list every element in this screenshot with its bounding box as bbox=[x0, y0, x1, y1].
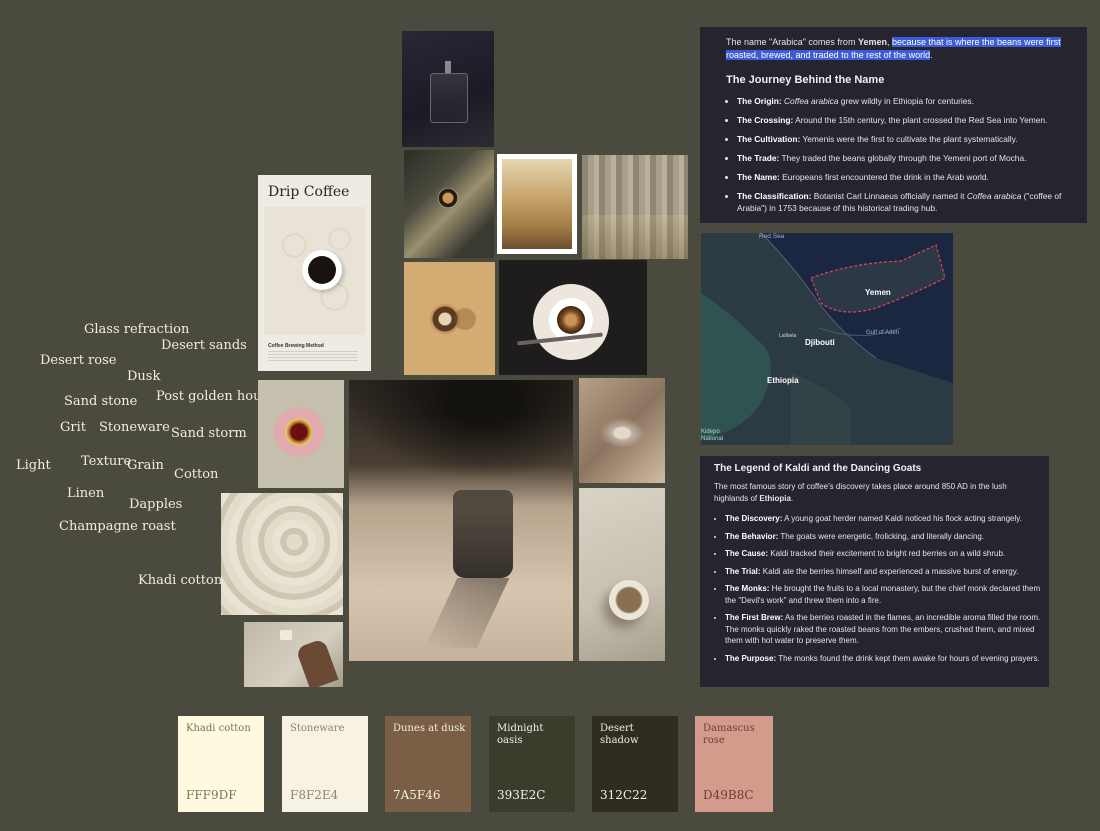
glass-macro-photo bbox=[579, 378, 665, 483]
color-swatch[interactable]: Dunes at dusk 7A5F46 bbox=[385, 716, 471, 812]
journey-item: The Cultivation: Yemenis were the first … bbox=[737, 133, 1082, 145]
swatch-hex: FFF9DF bbox=[186, 788, 237, 802]
map-label-kidepo: Kidepo National bbox=[701, 429, 724, 442]
map-label-gulf: Gulf of Aden bbox=[866, 330, 900, 336]
mood-word: Sand stone bbox=[64, 394, 138, 409]
mood-word: Grain bbox=[127, 458, 164, 473]
mood-word: Glass refraction bbox=[84, 322, 190, 337]
pink-saucer-photo bbox=[258, 380, 344, 488]
glass-shadow-photo bbox=[349, 380, 573, 661]
mood-word: Linen bbox=[67, 486, 105, 501]
journey-item: The Crossing: Around the 15th century, t… bbox=[737, 114, 1082, 126]
swatch-name: Damascus rose bbox=[703, 723, 755, 746]
swatch-hex: 7A5F46 bbox=[393, 788, 441, 802]
arabica-name-panel: The name "Arabica" comes from Yemen, bec… bbox=[700, 27, 1087, 223]
glass-tumbler bbox=[453, 490, 513, 578]
red-sea-map[interactable]: Red Sea Yemen Gulf of Aden Djibouti Lali… bbox=[701, 233, 953, 445]
swatch-name: Stoneware bbox=[290, 723, 345, 734]
swatch-hex: 393E2C bbox=[497, 788, 546, 802]
swatch-name: Dunes at dusk bbox=[393, 723, 466, 734]
kaldi-item: The Cause: Kaldi tracked their excitemen… bbox=[725, 548, 1050, 560]
kaldi-list: The Discovery: A young goat herder named… bbox=[714, 513, 1050, 670]
poster-title: Drip Coffee bbox=[268, 184, 350, 200]
journey-list: The Origin: Coffea arabica grew wildly i… bbox=[726, 95, 1082, 221]
kaldi-item: The First Brew: As the berries roasted i… bbox=[725, 612, 1050, 647]
mood-word: Sand storm bbox=[171, 426, 247, 441]
mood-word: Light bbox=[16, 458, 51, 473]
map-label-lalibela: Lalibela bbox=[779, 333, 797, 339]
mood-word: Stoneware bbox=[99, 420, 170, 435]
journey-heading: The Journey Behind the Name bbox=[726, 74, 885, 86]
mood-word: Post golden hour bbox=[156, 389, 268, 404]
espresso-saucer-photo bbox=[499, 260, 647, 375]
map-label-djibouti: Djibouti bbox=[805, 338, 835, 347]
mood-word: Cotton bbox=[174, 467, 219, 482]
color-swatch[interactable]: Damascus rose D49B8C bbox=[695, 716, 773, 812]
coffee-shadow-photo bbox=[404, 150, 494, 258]
color-swatch[interactable]: Khadi cotton FFF9DF bbox=[178, 716, 264, 812]
khadi-fabric-photo bbox=[221, 493, 343, 615]
journey-item: The Classification: Botanist Carl Linnae… bbox=[737, 190, 1082, 214]
journey-item: The Name: Europeans first encountered th… bbox=[737, 171, 1082, 183]
kaldi-item: The Purpose: The monks found the drink k… bbox=[725, 653, 1050, 665]
color-swatch[interactable]: Desert shadow 312C22 bbox=[592, 716, 678, 812]
kaldi-heading: The Legend of Kaldi and the Dancing Goat… bbox=[714, 463, 922, 474]
arabica-intro: The name "Arabica" comes from Yemen, bec… bbox=[726, 37, 1061, 60]
kaldi-item: The Behavior: The goats were energetic, … bbox=[725, 531, 1050, 543]
cup-on-sand-photo bbox=[579, 488, 665, 661]
mood-word: Khadi cotton bbox=[138, 573, 223, 588]
curtain-light-photo bbox=[582, 155, 688, 259]
swatch-hex: F8F2E4 bbox=[290, 788, 339, 802]
journey-item: The Trade: They traded the beans globall… bbox=[737, 152, 1082, 164]
kaldi-item: The Discovery: A young goat herder named… bbox=[725, 513, 1050, 525]
kaldi-intro: The most famous story of coffee's discov… bbox=[714, 482, 1007, 503]
swatch-name: Midnight oasis bbox=[497, 723, 544, 746]
mood-word: Desert sands bbox=[161, 338, 247, 353]
poster-caption: Coffee Brewing Method bbox=[268, 343, 324, 349]
swatch-name: Khadi cotton bbox=[186, 723, 251, 734]
glass-latte-photo bbox=[497, 154, 577, 254]
mood-word: Champagne roast bbox=[59, 519, 176, 534]
swatch-name: Desert shadow bbox=[600, 723, 639, 746]
color-swatch[interactable]: Midnight oasis 393E2C bbox=[489, 716, 575, 812]
hand-cup-photo bbox=[244, 622, 343, 687]
kaldi-item: The Trial: Kaldi ate the berries himself… bbox=[725, 566, 1050, 578]
kaldi-legend-panel: The Legend of Kaldi and the Dancing Goat… bbox=[700, 456, 1049, 687]
coffee-cup-top bbox=[302, 250, 342, 290]
mood-word: Dusk bbox=[127, 369, 161, 384]
mood-word: Desert rose bbox=[40, 353, 117, 368]
swatch-hex: D49B8C bbox=[703, 788, 754, 802]
drip-coffee-poster: Drip Coffee Coffee Brewing Method bbox=[258, 175, 371, 371]
journey-item: The Origin: Coffea arabica grew wildly i… bbox=[737, 95, 1082, 107]
mood-word: Texture bbox=[81, 454, 132, 469]
swatch-hex: 312C22 bbox=[600, 788, 648, 802]
map-label-ethiopia: Ethiopia bbox=[767, 376, 799, 385]
perfume-bottle-photo bbox=[402, 31, 494, 147]
espresso-glasses-photo bbox=[404, 262, 495, 375]
mood-word: Grit bbox=[60, 420, 86, 435]
mood-word: Dapples bbox=[129, 497, 183, 512]
kaldi-item: The Monks: He brought the fruits to a lo… bbox=[725, 583, 1050, 606]
map-label-red-sea: Red Sea bbox=[759, 233, 785, 240]
map-label-yemen: Yemen bbox=[865, 288, 891, 297]
color-swatch[interactable]: Stoneware F8F2E4 bbox=[282, 716, 368, 812]
